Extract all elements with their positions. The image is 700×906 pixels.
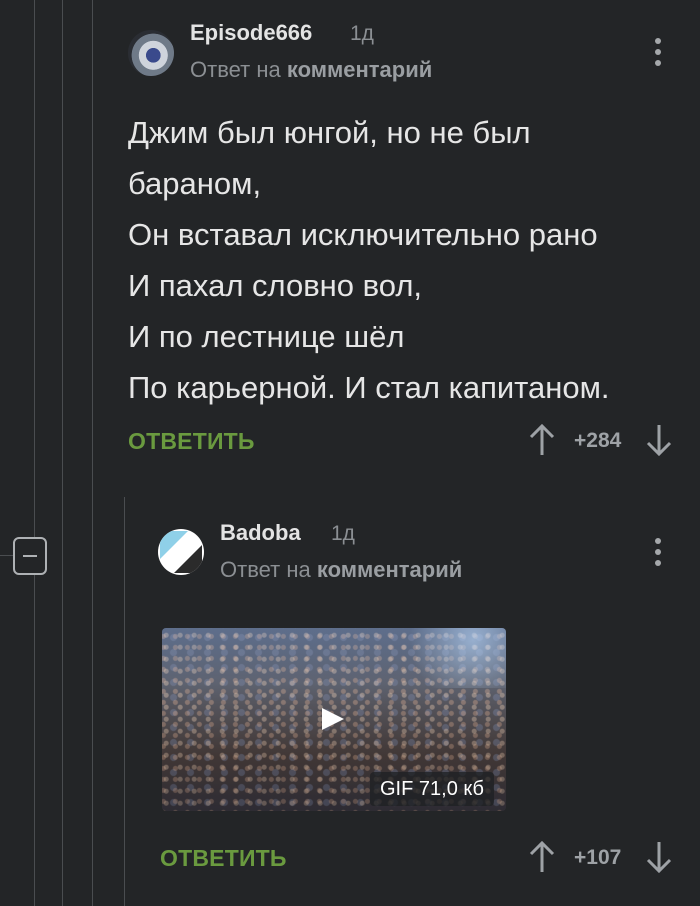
reply-to-link[interactable]: комментарий bbox=[287, 57, 432, 82]
arrow-up-icon[interactable] bbox=[529, 423, 555, 456]
reply-to-prefix: Ответ на bbox=[190, 57, 281, 82]
comment-text-line: И по лестнице шёл bbox=[128, 319, 405, 354]
comment-username[interactable]: Badoba bbox=[220, 520, 301, 546]
thread-line bbox=[34, 0, 35, 906]
comment-text-line: Джим был юнгой, но не был bbox=[128, 115, 531, 150]
user-avatar[interactable] bbox=[158, 529, 204, 575]
gif-size-badge: GIF 71,0 кб bbox=[370, 772, 495, 806]
reply-button[interactable]: ОТВЕТИТЬ bbox=[128, 428, 255, 455]
comment-text-line: По карьерной. И стал капитаном. bbox=[128, 370, 610, 405]
comment-text-line: бараном, bbox=[128, 166, 262, 201]
comment-time: 1д bbox=[350, 22, 374, 45]
play-icon[interactable] bbox=[322, 708, 344, 730]
reply-to-link[interactable]: комментарий bbox=[317, 557, 462, 582]
comment-text-line: И пахал словно вол, bbox=[128, 268, 423, 303]
more-vertical-icon[interactable] bbox=[646, 36, 670, 68]
minus-icon bbox=[23, 555, 37, 557]
collapse-thread-button[interactable] bbox=[13, 537, 47, 575]
arrow-down-icon[interactable] bbox=[646, 841, 672, 874]
reply-to-label: Ответ на комментарий bbox=[220, 557, 462, 583]
thread-line bbox=[62, 0, 63, 906]
comment-body: Джим был юнгой, но не был бараном, Он вс… bbox=[128, 107, 678, 413]
thread-tick bbox=[0, 555, 13, 556]
gif-overlay bbox=[396, 628, 506, 688]
comment-username[interactable]: Episode666 bbox=[190, 20, 312, 46]
reply-button[interactable]: ОТВЕТИТЬ bbox=[160, 845, 287, 872]
thread-line bbox=[124, 497, 125, 906]
reply-to-prefix: Ответ на bbox=[220, 557, 311, 582]
comment-text-line: Он вставал исключительно рано bbox=[128, 217, 598, 252]
thread-line bbox=[92, 0, 93, 906]
comment-score: +107 bbox=[574, 846, 622, 869]
user-avatar[interactable] bbox=[128, 30, 174, 76]
arrow-down-icon[interactable] bbox=[646, 424, 672, 457]
reply-to-label: Ответ на комментарий bbox=[190, 57, 432, 83]
arrow-up-icon[interactable] bbox=[529, 840, 555, 873]
comment-score: +284 bbox=[574, 429, 622, 452]
more-vertical-icon[interactable] bbox=[646, 536, 670, 568]
comment-time: 1д bbox=[331, 522, 355, 545]
